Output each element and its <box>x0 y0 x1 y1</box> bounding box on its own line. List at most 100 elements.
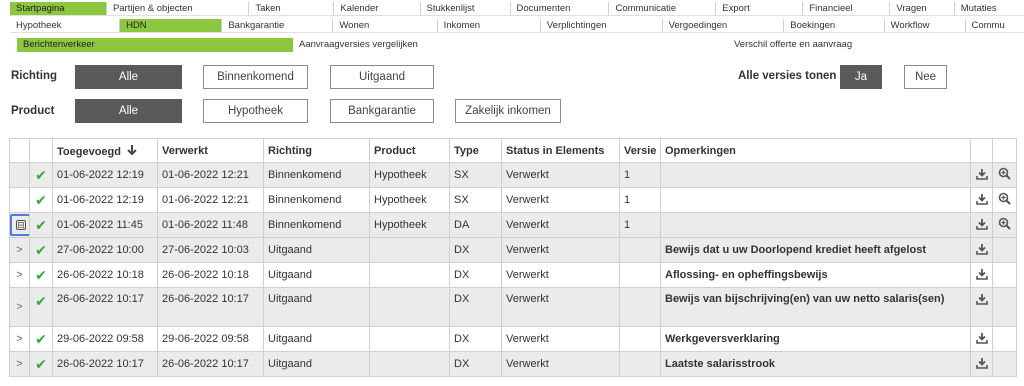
cell-versie: 1 <box>619 187 661 213</box>
cell-versie <box>619 287 661 327</box>
row-expander[interactable]: > <box>9 262 30 288</box>
nav-hypotheek[interactable]: Hypotheek <box>10 19 121 32</box>
nav-bankgarantie[interactable]: Bankgarantie <box>222 19 334 32</box>
richting-uitgaand-button[interactable]: Uitgaand <box>330 65 434 89</box>
row-collapse[interactable]: ⊟ <box>9 212 30 238</box>
download-icon[interactable] <box>970 212 993 238</box>
product-hypotheek-button[interactable]: Hypotheek <box>203 99 308 123</box>
versies-ja-button[interactable]: Ja <box>840 65 882 89</box>
richting-alle-button[interactable]: Alle <box>75 65 182 89</box>
header-toegevoegd[interactable]: Toegevoegd <box>52 138 158 163</box>
table-row[interactable]: > ✔ 27-06-2022 10:00 27-06-2022 10:03 Uitgaa… <box>9 237 1017 263</box>
download-icon[interactable] <box>970 351 993 377</box>
table-row[interactable]: > ✔ 29-06-2022 09:58 29-06-2022 09:58 Uitgaa… <box>9 326 1017 352</box>
cell-toegevoegd: 29-06-2022 09:58 <box>52 326 158 352</box>
cell-verwerkt: 01-06-2022 12:21 <box>157 162 264 188</box>
check-icon: ✔ <box>29 237 53 263</box>
nav-verschil-offerte-aanvraag[interactable]: Verschil offerte en aanvraag <box>728 38 948 52</box>
cell-richting: Binnenkomend <box>263 187 370 213</box>
cell-toegevoegd: 01-06-2022 12:19 <box>52 162 158 188</box>
cell-toegevoegd: 01-06-2022 12:19 <box>52 187 158 213</box>
header-verwerkt[interactable]: Verwerkt <box>157 138 264 163</box>
cell-product <box>369 326 450 352</box>
row-expander[interactable] <box>9 162 30 188</box>
collapse-icon[interactable]: ⊟ <box>10 214 29 236</box>
row-expander[interactable]: > <box>9 287 30 327</box>
cell-verwerkt: 26-06-2022 10:17 <box>157 287 264 327</box>
richting-label: Richting <box>11 70 57 82</box>
cell-versie <box>619 237 661 263</box>
header-product[interactable]: Product <box>369 138 450 163</box>
nav-wonen[interactable]: Wonen <box>333 19 438 32</box>
nav-aanvraagversies-vergelijken[interactable]: Aanvraagversies vergelijken <box>293 38 728 52</box>
header-richting[interactable]: Richting <box>263 138 370 163</box>
cell-status: Verwerkt <box>501 262 620 288</box>
nav-berichtenverkeer[interactable]: Berichtenverkeer <box>17 38 293 52</box>
nav-documenten[interactable]: Documenten <box>511 2 610 15</box>
check-icon: ✔ <box>29 162 53 188</box>
cell-verwerkt: 01-06-2022 12:21 <box>157 187 264 213</box>
row-expander[interactable] <box>9 187 30 213</box>
product-alle-button[interactable]: Alle <box>75 99 182 123</box>
nav-vragen[interactable]: Vragen <box>890 2 955 15</box>
richting-binnenkomend-button[interactable]: Binnenkomend <box>203 65 308 89</box>
nav-startpagina[interactable]: Startpagina <box>10 2 107 15</box>
download-icon[interactable] <box>970 237 993 263</box>
nav-mutaties[interactable]: Mutaties <box>955 2 1024 15</box>
download-icon[interactable] <box>970 326 993 352</box>
cell-product <box>369 237 450 263</box>
table-row[interactable]: > ✔ 26-06-2022 10:17 26-06-2022 10:17 Uitgaa… <box>9 351 1017 377</box>
cell-verwerkt: 27-06-2022 10:03 <box>157 237 264 263</box>
header-opmerkingen[interactable]: Opmerkingen <box>660 138 971 163</box>
nav-boekingen[interactable]: Boekingen <box>784 19 885 32</box>
table-row[interactable]: ⊟ ✔ 01-06-2022 11:45 01-06-2022 11:48 Binnen… <box>9 212 1017 238</box>
nav-vergoedingen[interactable]: Vergoedingen <box>663 19 785 32</box>
nav-communicatie[interactable]: Communicatie <box>609 2 717 15</box>
cell-product: Hypotheek <box>369 187 450 213</box>
nav-taken[interactable]: Taken <box>249 2 335 15</box>
header-status[interactable]: Status in Elements <box>501 138 620 163</box>
nav-inkomen[interactable]: Inkomen <box>438 19 541 32</box>
header-versie[interactable]: Versie <box>619 138 661 163</box>
nav-kalender[interactable]: Kalender <box>334 2 421 15</box>
header-type[interactable]: Type <box>449 138 502 163</box>
nav-export[interactable]: Export <box>716 2 804 15</box>
cell-toegevoegd: 26-06-2022 10:17 <box>52 287 158 327</box>
table-row[interactable]: ✔ 01-06-2022 12:19 01-06-2022 12:21 Binnenk… <box>9 162 1017 188</box>
nav-financieel[interactable]: Financieel <box>803 2 891 15</box>
download-icon[interactable] <box>970 162 993 188</box>
arrow-down-icon <box>127 144 137 155</box>
cell-opmerkingen: Bewijs van bijschrijving(en) van uw nett… <box>660 287 971 327</box>
row-expander[interactable]: > <box>9 351 30 377</box>
nav-verplichtingen[interactable]: Verplichtingen <box>541 19 663 32</box>
nav-stukkenlijst[interactable]: Stukkenlijst <box>421 2 511 15</box>
versies-nee-button[interactable]: Nee <box>904 65 947 89</box>
nav-hdn[interactable]: HDN <box>120 19 223 32</box>
table-row[interactable]: > ✔ 26-06-2022 10:18 26-06-2022 10:18 Uitgaa… <box>9 262 1017 288</box>
zoom-in-icon[interactable] <box>992 162 1017 188</box>
table-row[interactable]: > ✔ 26-06-2022 10:17 26-06-2022 10:17 Uitgaa… <box>9 287 1017 327</box>
table-row[interactable]: ✔ 01-06-2022 12:19 01-06-2022 12:21 Binnenk… <box>9 187 1017 213</box>
header-download <box>970 138 993 163</box>
cell-richting: Uitgaand <box>263 351 370 377</box>
zoom-in-icon[interactable] <box>992 212 1017 238</box>
nav-commu[interactable]: Commu <box>966 19 1024 32</box>
cell-product: Hypotheek <box>369 162 450 188</box>
row-expander[interactable]: > <box>9 237 30 263</box>
download-icon[interactable] <box>970 287 993 327</box>
nav-partijen-objecten[interactable]: Partijen & objecten <box>107 2 250 15</box>
cell-versie: 1 <box>619 162 661 188</box>
download-icon[interactable] <box>970 262 993 288</box>
nav-workflow[interactable]: Workflow <box>885 19 966 32</box>
zoom-in-icon[interactable] <box>992 187 1017 213</box>
sub-nav: Hypotheek HDN Bankgarantie Wonen Inkomen… <box>10 19 1024 33</box>
cell-type: DX <box>449 262 502 288</box>
product-bankgarantie-button[interactable]: Bankgarantie <box>330 99 434 123</box>
cell-type: SX <box>449 187 502 213</box>
row-expander[interactable]: > <box>9 326 30 352</box>
download-icon[interactable] <box>970 187 993 213</box>
product-zakelijk-inkomen-button[interactable]: Zakelijk inkomen <box>455 99 561 123</box>
cell-type: DX <box>449 326 502 352</box>
header-zoom <box>992 138 1017 163</box>
check-icon: ✔ <box>29 187 53 213</box>
